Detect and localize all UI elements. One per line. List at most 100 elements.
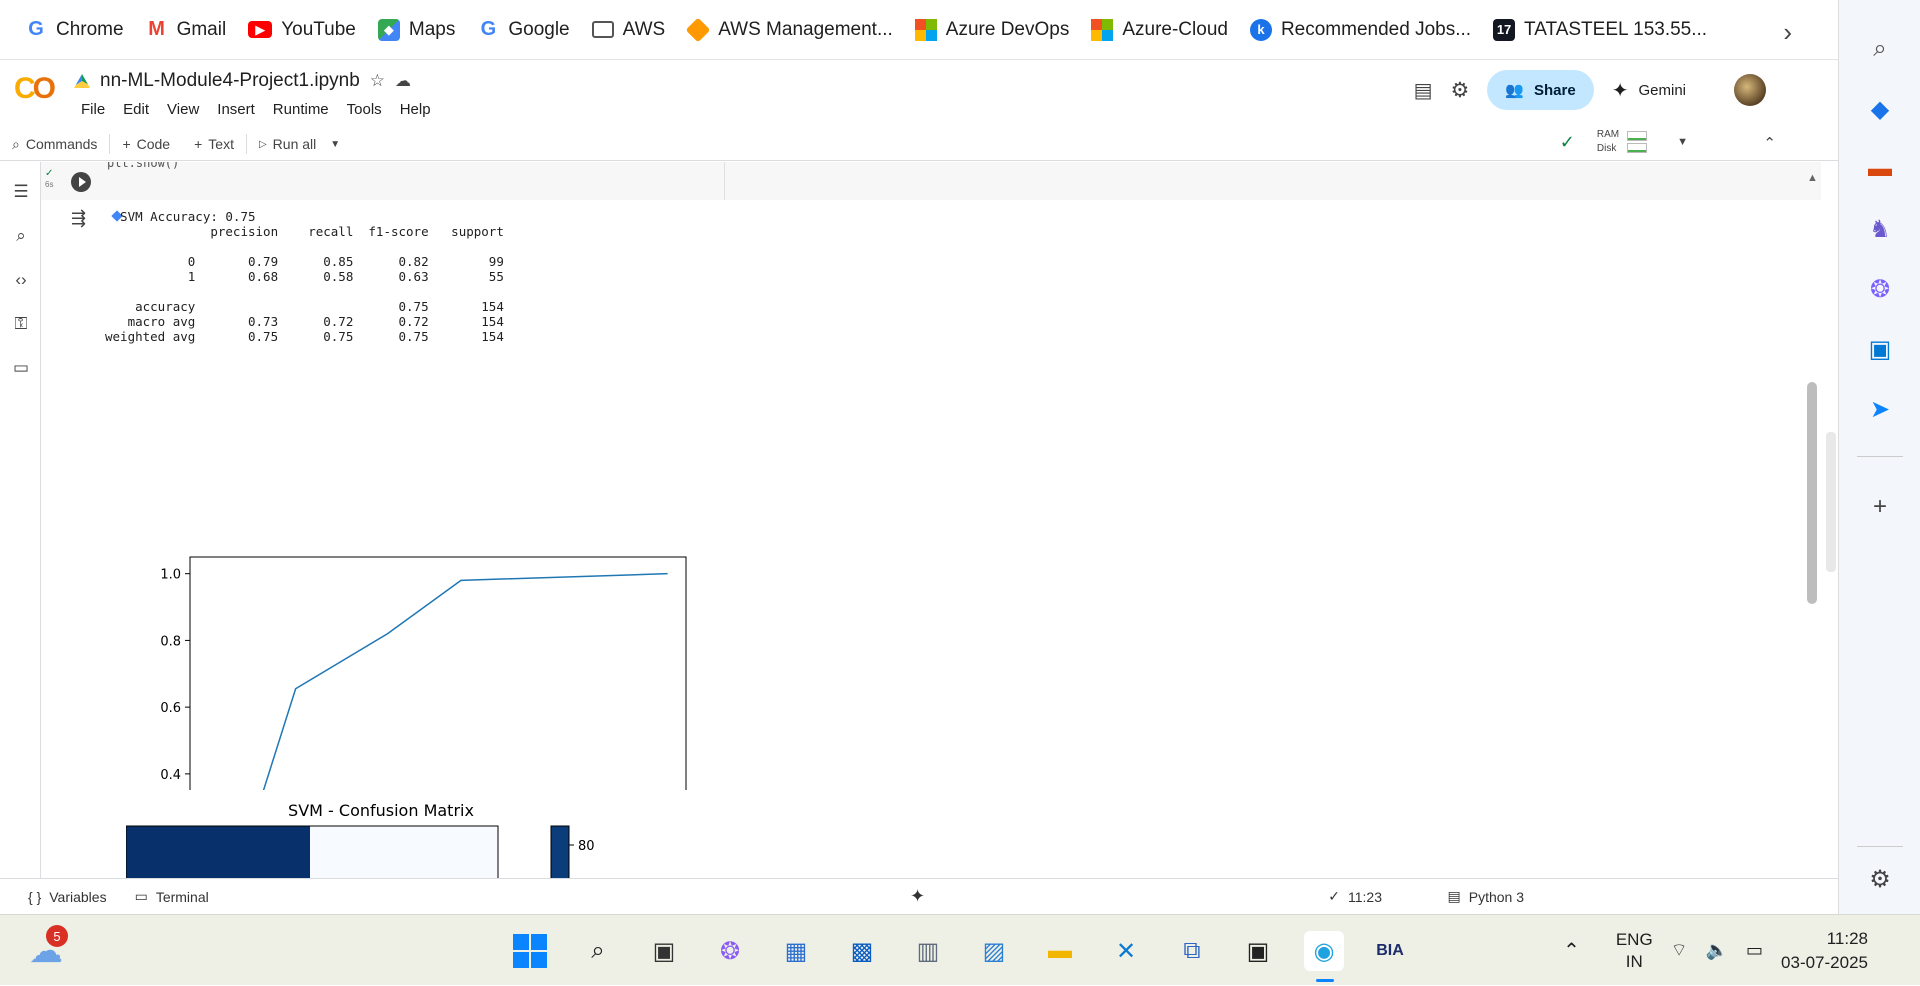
remote-desktop-icon[interactable]: ▦ [776,931,816,971]
menu-edit[interactable]: Edit [114,101,158,118]
bookmark-maps[interactable]: ◆ Maps [367,12,466,48]
outer-scrollbar-thumb[interactable] [1826,432,1836,572]
ram-disk-labels: RAM Disk [1597,128,1619,156]
y-tick-label: 0.4 [160,768,181,783]
comment-icon[interactable]: ▤ [1414,78,1433,103]
add-text-button[interactable]: + Text [182,136,246,152]
chevron-right-icon[interactable]: › [1783,17,1792,48]
copilot-icon[interactable]: ❂ [710,931,750,971]
start-button[interactable] [510,931,550,971]
notification-badge: 5 [46,925,68,947]
plus-icon[interactable]: + [1863,490,1897,524]
run-cell-button[interactable] [71,172,91,192]
bia-app-icon[interactable]: BIA [1370,931,1410,971]
tag-icon[interactable]: ◆ [1863,92,1897,126]
search-icon[interactable]: ⌕ [1863,32,1897,66]
network-tool-icon[interactable]: ⧉ [1172,931,1212,971]
code-text[interactable]: plt.show() [107,162,179,170]
commands-button[interactable]: ⌕ Commands [0,136,109,153]
menu-view[interactable]: View [158,101,208,118]
gear-icon[interactable]: ⚙ [1863,862,1897,896]
gmail-icon: M [148,18,165,40]
bookmark-tatasteel[interactable]: 17 TATASTEEL 153.55... [1482,12,1718,48]
scrollbar-thumb[interactable] [1807,382,1817,604]
chevron-up-icon[interactable]: ⌃ [1763,134,1776,152]
exec-time: 6s [45,180,54,189]
bookmark-gmail[interactable]: M Gmail [135,12,238,48]
share-button[interactable]: 👥 Share [1487,70,1594,110]
cloud-icon[interactable]: ☁ [395,71,411,91]
key-icon[interactable]: ⚿ [9,312,33,336]
bookmark-youtube[interactable]: ▶ YouTube [237,12,367,48]
menu-file[interactable]: File [72,101,114,118]
ram-label: RAM [1596,129,1620,140]
colab-logo[interactable]: CO [14,72,56,106]
resource-monitor[interactable]: ✓ RAM Disk ▼ [1560,128,1688,156]
vscode-icon[interactable]: ✕ [1106,931,1146,971]
chevron-down-icon[interactable]: ▼ [1677,136,1688,148]
output-toggle-icon[interactable]: ⇶ [71,208,86,229]
calculator-icon[interactable]: ▥ [908,931,948,971]
search-icon[interactable]: ⌕ [578,931,618,971]
terminal-button[interactable]: ▭ Terminal [121,888,223,905]
disk-bar [1627,143,1648,153]
confusion-matrix-title: SVM - Confusion Matrix [288,801,474,820]
store-icon[interactable]: ▩ [842,931,882,971]
clock-time: 11:28 [1826,928,1868,948]
matrix-cell [126,826,310,878]
send-icon[interactable]: ➤ [1863,392,1897,426]
bookmark-aws-management[interactable]: AWS Management... [676,12,904,48]
menu-tools[interactable]: Tools [338,101,391,118]
language-indicator[interactable]: ENG IN [1616,929,1653,973]
sparkle-icon[interactable]: ✦ [910,886,925,907]
braces-icon: { } [28,888,42,905]
menu-insert[interactable]: Insert [208,101,264,118]
menu-help[interactable]: Help [391,101,440,118]
volume-icon[interactable]: 🔈 [1706,940,1728,961]
code-cell[interactable]: plt.show() [41,162,1821,200]
bookmark-chrome[interactable]: G Chrome [14,12,135,48]
scroll-up-arrow[interactable]: ▲ [1807,172,1818,184]
gear-icon[interactable]: ⚙ [1451,78,1470,103]
toolbox-icon[interactable]: ▬ [1863,152,1897,186]
bookmark-azure-devops[interactable]: Azure DevOps [904,12,1081,48]
terminal-icon: ▭ [134,888,148,904]
kernel-indicator[interactable]: ▤ Python 3 [1434,888,1539,905]
bookmark-aws-folder[interactable]: AWS [581,12,677,48]
outlook-icon[interactable]: ▣ [1863,332,1897,366]
notebook-title: nn-ML-Module4-Project1.ipynb ☆ ☁ [74,70,411,92]
terminal-icon[interactable]: ▣ [1238,931,1278,971]
chevron-up-icon[interactable]: ⌃ [1563,938,1580,963]
folder-icon[interactable]: ▭ [9,356,33,380]
chevron-down-icon[interactable]: ▼ [330,139,340,150]
table-of-contents-icon[interactable]: ☰ [9,180,33,204]
file-explorer-icon[interactable]: ▬ [1040,931,1080,971]
chess-icon[interactable]: ♞ [1863,212,1897,246]
y-tick-label: 0.6 [160,701,181,716]
control-panel-icon[interactable]: ▨ [974,931,1014,971]
avatar[interactable] [1734,74,1766,106]
battery-icon[interactable]: ▭ [1746,940,1763,961]
copilot-icon[interactable]: ❂ [1863,272,1897,306]
notebook-filename[interactable]: nn-ML-Module4-Project1.ipynb [100,70,360,92]
microsoft-icon [1091,18,1114,41]
task-view-icon[interactable]: ▣ [644,931,684,971]
find-icon[interactable]: ⌕ [9,224,33,248]
bookmark-google[interactable]: G Google [466,12,580,48]
clock[interactable]: 11:28 03-07-2025 [1781,927,1868,975]
edge-icon[interactable]: ◉ [1304,931,1344,971]
code-label: Code [136,136,171,152]
variables-button[interactable]: { } Variables [0,889,121,905]
colorbar [550,825,570,878]
code-snippets-icon[interactable]: ‹› [9,268,33,292]
run-all-button[interactable]: ▷ Run all ▼ [247,136,352,152]
star-icon[interactable]: ☆ [370,71,385,91]
bookmark-recommended-jobs[interactable]: k Recommended Jobs... [1239,12,1482,48]
wifi-icon[interactable]: ⌔ [1671,939,1688,962]
bookmark-azure-cloud[interactable]: Azure-Cloud [1080,12,1239,48]
menu-runtime[interactable]: Runtime [264,101,338,118]
gemini-button[interactable]: ✦ Gemini [1612,78,1686,103]
sparkle-icon: ✦ [1611,79,1629,102]
vertical-scrollbar[interactable]: ▲ [1805,172,1819,872]
add-code-button[interactable]: + Code [110,136,182,152]
